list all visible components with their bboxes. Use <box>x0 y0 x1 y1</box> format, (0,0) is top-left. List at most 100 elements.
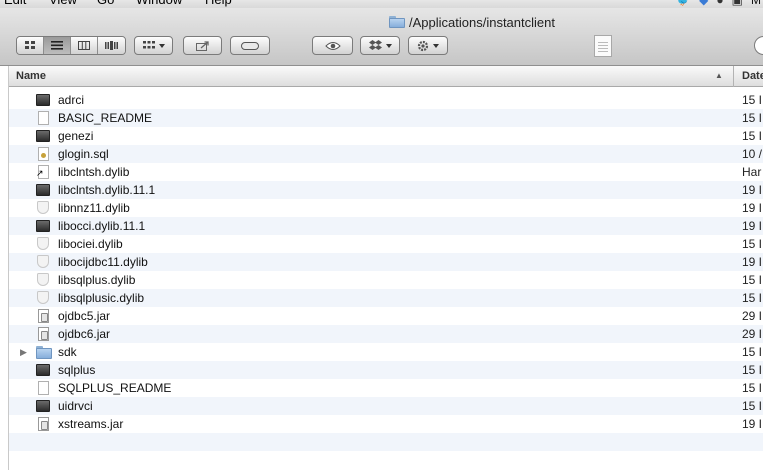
file-row-sqlplus[interactable]: sqlplus 15 I <box>9 361 763 379</box>
file-row-glogin-sql[interactable]: glogin.sql 10 / <box>9 145 763 163</box>
menu-view[interactable]: View <box>49 0 77 8</box>
menu-edit[interactable]: Edit <box>4 0 26 8</box>
dropbox-button[interactable] <box>360 36 400 55</box>
disclosure-triangle-icon[interactable]: ▶ <box>20 343 27 361</box>
file-row-sdk[interactable]: ▶ sdk 15 I <box>9 343 763 361</box>
library-icon <box>36 273 50 287</box>
file-date: 10 / <box>742 147 763 161</box>
icon-view-icon <box>24 41 35 49</box>
file-name: sqlplus <box>58 363 96 377</box>
chevron-down-icon <box>158 43 165 48</box>
name-column-header[interactable]: Name <box>16 70 46 82</box>
file-date: 19 I <box>742 219 763 233</box>
quick-look-button[interactable] <box>312 36 353 55</box>
file-date: 15 I <box>742 111 763 125</box>
library-icon <box>36 255 50 269</box>
arrange-icon <box>142 41 155 49</box>
date-column-header[interactable]: Date <box>742 70 763 82</box>
menu-go[interactable]: Go <box>97 0 114 8</box>
file-row-ojdbc5-jar[interactable]: ojdbc5.jar 29 I <box>9 307 763 325</box>
file-date: 19 I <box>742 183 763 197</box>
file-row-libsqlplus-dylib[interactable]: libsqlplus.dylib 15 I <box>9 271 763 289</box>
file-row-libocijdbc11-dylib[interactable]: libocijdbc11.dylib 19 I <box>9 253 763 271</box>
file-name: libclntsh.dylib <box>58 165 130 179</box>
sql-script-icon <box>38 147 49 161</box>
cover-flow-button[interactable] <box>98 37 125 54</box>
file-row-libnnz11-dylib[interactable]: libnnz11.dylib 19 I <box>9 199 763 217</box>
column-divider[interactable] <box>733 66 734 87</box>
tag-button[interactable] <box>230 36 270 55</box>
menu-help[interactable]: Help <box>205 0 232 8</box>
user-menu[interactable]: M <box>751 0 761 7</box>
share-button[interactable] <box>183 36 222 55</box>
file-row-libocci-dylib-11-1[interactable]: libocci.dylib.11.1 19 I <box>9 217 763 235</box>
executable-icon <box>36 220 50 232</box>
window-title-text: /Applications/instantclient <box>409 14 555 30</box>
file-name: libnnz11.dylib <box>58 201 130 215</box>
document-icon <box>38 111 49 125</box>
file-date: 29 I <box>742 327 763 341</box>
file-row-xstreams-jar[interactable]: xstreams.jar 19 I <box>9 415 763 433</box>
library-icon <box>36 201 50 215</box>
dropbox-status-icon[interactable]: ◆ <box>699 0 708 7</box>
file-row-basic-readme[interactable]: BASIC_README 15 I <box>9 109 763 127</box>
file-date: 15 I <box>742 93 763 107</box>
file-name: sdk <box>58 345 77 359</box>
library-icon <box>36 291 50 305</box>
pill-icon <box>241 41 259 50</box>
list-view-button[interactable] <box>44 37 71 54</box>
arrange-button[interactable] <box>134 36 173 55</box>
file-row-libclntsh-dylib-11-1[interactable]: libclntsh.dylib.11.1 19 I <box>9 181 763 199</box>
column-view-button[interactable] <box>71 37 98 54</box>
search-field[interactable] <box>754 36 763 55</box>
file-name: BASIC_README <box>58 111 153 125</box>
file-date: 15 I <box>742 273 763 287</box>
finder-toolbar: /Applications/instantclient <box>0 8 763 66</box>
file-date: 15 I <box>742 129 763 143</box>
document-icon <box>38 381 49 395</box>
file-name: libclntsh.dylib.11.1 <box>58 183 156 197</box>
action-button[interactable] <box>408 36 448 55</box>
jar-icon <box>38 309 49 323</box>
twitter-icon[interactable]: 🐦 <box>676 0 691 7</box>
executable-icon <box>36 130 50 142</box>
executable-icon <box>36 364 50 376</box>
executable-icon <box>36 94 50 106</box>
column-view-icon <box>78 41 90 50</box>
empty-row <box>9 433 763 451</box>
file-date: 15 I <box>742 363 763 377</box>
menu-extras: 🐦 ◆ ● ▣ M <box>676 0 763 8</box>
file-row-libociei-dylib[interactable]: libociei.dylib 15 I <box>9 235 763 253</box>
file-name: libocijdbc11.dylib <box>58 255 148 269</box>
file-row-sqlplus-readme[interactable]: SQLPLUS_README 15 I <box>9 379 763 397</box>
file-row-uidrvci[interactable]: uidrvci 15 I <box>9 397 763 415</box>
network-icon[interactable]: ▣ <box>732 0 743 7</box>
file-name: glogin.sql <box>58 147 109 161</box>
file-name: SQLPLUS_README <box>58 381 172 395</box>
document-icon <box>594 35 612 57</box>
file-name: adrci <box>58 93 85 107</box>
sync-icon[interactable]: ● <box>716 0 723 7</box>
dropbox-icon <box>368 40 382 50</box>
file-date: 19 I <box>742 417 763 431</box>
menu-window[interactable]: Window <box>136 0 182 8</box>
file-row-libsqlplusic-dylib[interactable]: libsqlplusic.dylib 15 I <box>9 289 763 307</box>
executable-icon <box>36 400 50 412</box>
chevron-down-icon <box>433 43 439 48</box>
file-date: 15 I <box>742 345 763 359</box>
file-list: adrci 15 I BASIC_README 15 I genezi 15 I… <box>9 91 763 451</box>
jar-icon <box>38 327 49 341</box>
file-date: 29 I <box>742 309 763 323</box>
file-row-libclntsh-dylib[interactable]: libclntsh.dylib Har <box>9 163 763 181</box>
file-name: ojdbc6.jar <box>58 327 111 341</box>
folder-icon <box>36 345 52 359</box>
library-icon <box>36 237 50 251</box>
alias-icon <box>36 165 49 179</box>
file-name: libociei.dylib <box>58 237 123 251</box>
file-date: 15 I <box>742 381 763 395</box>
file-row-adrci[interactable]: adrci 15 I <box>9 91 763 109</box>
file-date: 15 I <box>742 291 763 305</box>
file-row-ojdbc6-jar[interactable]: ojdbc6.jar 29 I <box>9 325 763 343</box>
icon-view-button[interactable] <box>17 37 44 54</box>
file-row-genezi[interactable]: genezi 15 I <box>9 127 763 145</box>
